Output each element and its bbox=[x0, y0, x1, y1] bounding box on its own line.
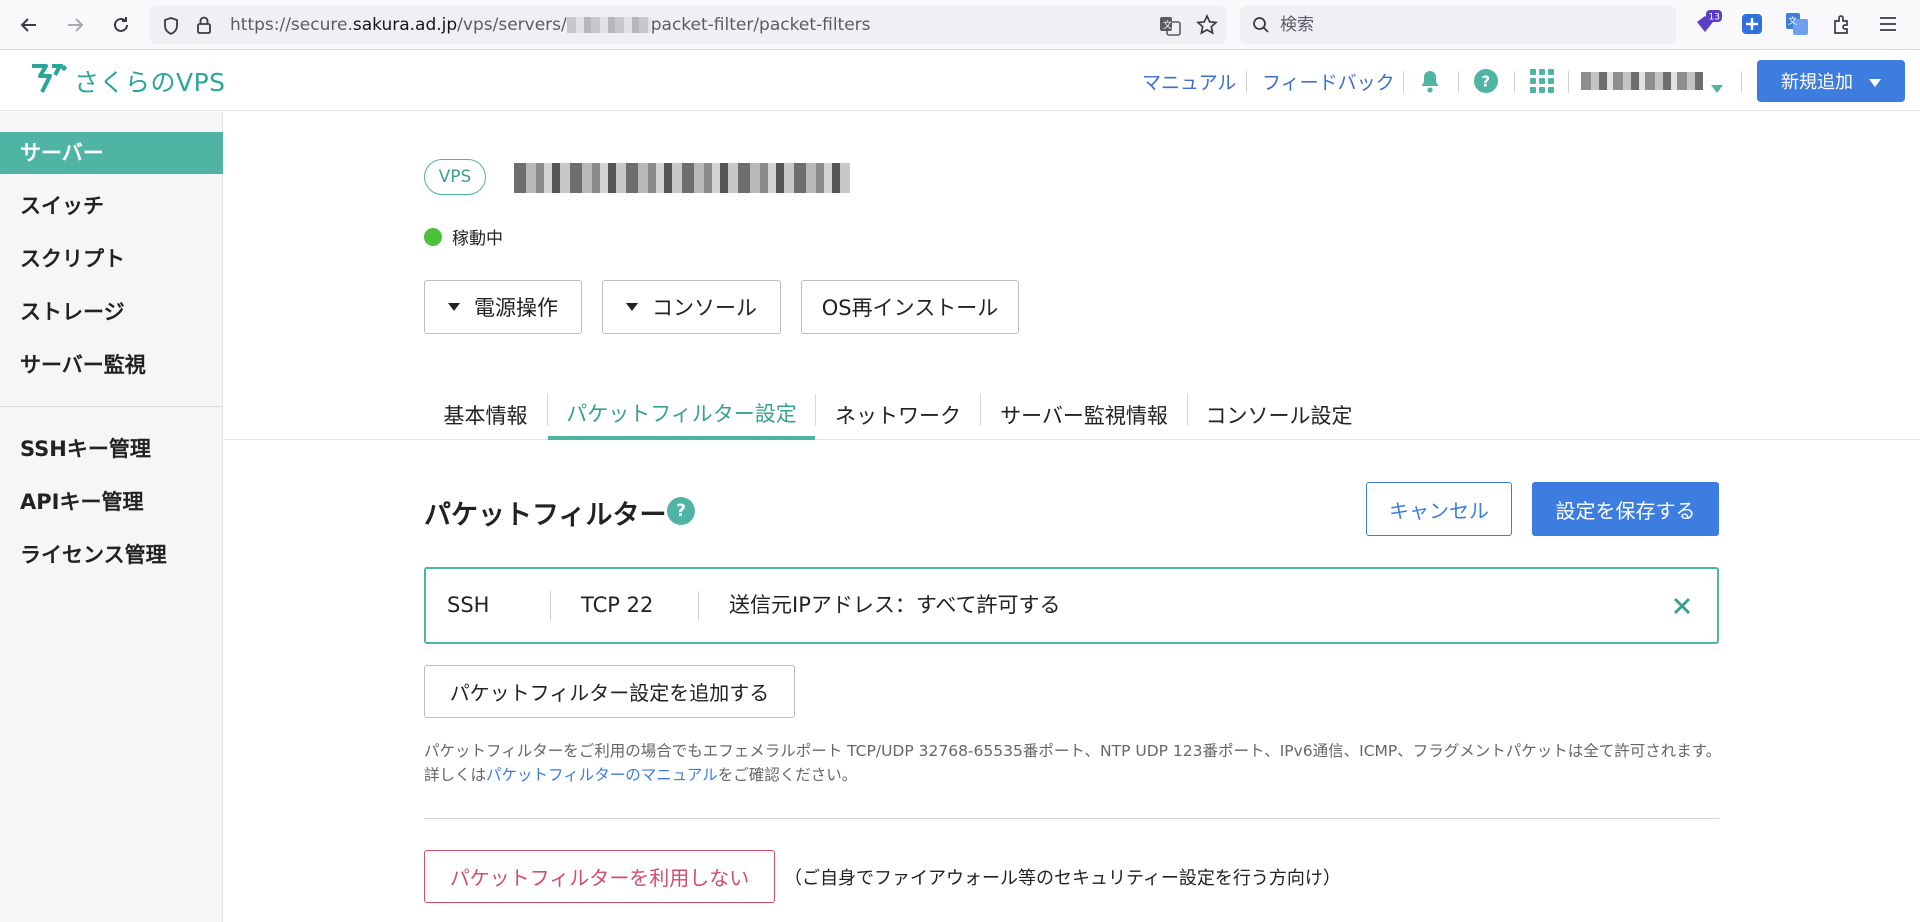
disable-packet-filter-button[interactable]: パケットフィルターを利用しない bbox=[424, 850, 775, 903]
tab-basic-info[interactable]: 基本情報 bbox=[424, 390, 547, 440]
sidebar-item-api-keys[interactable]: APIキー管理 bbox=[0, 481, 223, 523]
section-title: パケットフィルター bbox=[424, 500, 667, 531]
apps-grid-icon[interactable] bbox=[1530, 69, 1554, 97]
sakura-logo-icon bbox=[28, 62, 68, 100]
header-separator bbox=[1514, 71, 1515, 93]
rule-source: 送信元IPアドレス：すべて許可する bbox=[729, 593, 1061, 617]
feedback-link[interactable]: フィードバック bbox=[1262, 68, 1395, 95]
svg-text:文: 文 bbox=[1788, 15, 1797, 27]
rule-separator bbox=[550, 591, 551, 621]
sidebar-item-storage[interactable]: ストレージ bbox=[0, 291, 223, 333]
redacted-server-id bbox=[566, 17, 651, 33]
bookmark-star-icon[interactable] bbox=[1196, 13, 1218, 40]
lock-icon[interactable] bbox=[195, 15, 213, 39]
svg-text:?: ? bbox=[1482, 73, 1491, 91]
vps-badge: VPS bbox=[424, 159, 486, 195]
header-separator bbox=[1568, 71, 1569, 93]
svg-text:13: 13 bbox=[1709, 13, 1720, 23]
power-operation-label: 電源操作 bbox=[474, 296, 558, 320]
tab-console-settings[interactable]: コンソール設定 bbox=[1188, 390, 1370, 440]
browser-toolbar: https://secure.sakura.ad.jp/vps/servers/… bbox=[0, 0, 1920, 50]
header-separator bbox=[1458, 71, 1459, 93]
section-divider bbox=[424, 818, 1719, 819]
header-separator bbox=[1741, 71, 1742, 93]
manual-link[interactable]: マニュアル bbox=[1142, 68, 1236, 95]
rule-protocol-port: TCP 22 bbox=[581, 593, 654, 617]
translate-icon[interactable]: 文 bbox=[1159, 15, 1181, 41]
add-packet-filter-button[interactable]: パケットフィルター設定を追加する bbox=[424, 665, 795, 718]
reload-icon[interactable] bbox=[108, 12, 134, 38]
power-operation-button[interactable]: 電源操作 bbox=[424, 280, 582, 334]
browser-search-box[interactable]: 検索 bbox=[1240, 6, 1676, 44]
sidebar-item-server-monitoring[interactable]: サーバー監視 bbox=[0, 344, 223, 386]
disable-note: （ご自身でファイアウォール等のセキュリティー設定を行う方向け） bbox=[784, 868, 1341, 889]
sidebar-item-ssh-keys[interactable]: SSHキー管理 bbox=[0, 428, 223, 470]
url-bar[interactable]: https://secure.sakura.ad.jp/vps/servers/… bbox=[150, 6, 1226, 44]
logo-text: さくらのVPS bbox=[74, 68, 226, 97]
header-separator bbox=[1246, 71, 1247, 93]
tab-network[interactable]: ネットワーク bbox=[816, 390, 980, 440]
rule-service: SSH bbox=[447, 593, 490, 617]
svg-text:文: 文 bbox=[1163, 19, 1172, 31]
new-add-label: 新規追加 bbox=[1781, 72, 1853, 93]
sakura-vps-logo[interactable]: さくらのVPS bbox=[28, 62, 226, 100]
extension-translate-icon[interactable]: 文 bbox=[1785, 12, 1809, 40]
console-button[interactable]: コンソール bbox=[602, 280, 781, 334]
menu-hamburger-icon[interactable] bbox=[1877, 14, 1899, 38]
os-reinstall-button[interactable]: OS再インストール bbox=[801, 280, 1019, 334]
sidebar: サーバー スイッチ スクリプト ストレージ サーバー監視 SSHキー管理 API… bbox=[0, 112, 223, 922]
header-separator bbox=[1403, 71, 1404, 93]
url-text[interactable]: https://secure.sakura.ad.jp/vps/servers/… bbox=[230, 6, 871, 44]
extension-plus-icon[interactable] bbox=[1741, 13, 1763, 39]
chevron-down-icon bbox=[1869, 71, 1881, 92]
caret-down-icon bbox=[626, 303, 638, 311]
app-header: さくらのVPS マニュアル フィードバック ? 新規追加 bbox=[0, 51, 1920, 111]
packet-filter-manual-link[interactable]: パケットフィルターのマニュアル bbox=[486, 766, 718, 784]
search-icon bbox=[1252, 16, 1270, 38]
status-dot bbox=[424, 227, 442, 246]
help-question-icon[interactable]: ? bbox=[1473, 68, 1499, 98]
save-settings-button[interactable]: 設定を保存する bbox=[1532, 482, 1719, 536]
packet-filter-rule[interactable]: SSH TCP 22 送信元IPアドレス：すべて許可する bbox=[424, 567, 1719, 644]
new-add-button[interactable]: 新規追加 bbox=[1757, 60, 1905, 102]
tab-packet-filter[interactable]: パケットフィルター設定 bbox=[548, 390, 815, 440]
redacted-user-name[interactable] bbox=[1581, 72, 1703, 90]
back-arrow-icon[interactable] bbox=[16, 12, 42, 38]
extensions-puzzle-icon[interactable] bbox=[1831, 13, 1853, 39]
user-menu-caret-icon[interactable] bbox=[1711, 78, 1723, 97]
help-icon[interactable]: ? bbox=[667, 497, 695, 525]
extension-gem-icon[interactable]: 13 bbox=[1694, 10, 1722, 42]
server-status: 稼動中 bbox=[424, 224, 503, 249]
status-label: 稼動中 bbox=[452, 229, 503, 249]
cancel-button[interactable]: キャンセル bbox=[1366, 482, 1512, 536]
notification-bell-icon[interactable] bbox=[1418, 68, 1442, 98]
sidebar-divider bbox=[0, 406, 223, 407]
console-label: コンソール bbox=[652, 296, 757, 320]
redacted-server-name bbox=[514, 163, 850, 193]
ephemeral-port-note: パケットフィルターをご利用の場合でもエフェメラルポート TCP/UDP 3276… bbox=[424, 742, 1722, 784]
delete-rule-close-icon[interactable] bbox=[1672, 569, 1692, 642]
sidebar-item-licenses[interactable]: ライセンス管理 bbox=[0, 534, 223, 576]
caret-down-icon bbox=[448, 303, 460, 311]
tracking-shield-icon[interactable] bbox=[162, 16, 180, 40]
search-placeholder: 検索 bbox=[1280, 15, 1314, 35]
tab-server-monitoring-info[interactable]: サーバー監視情報 bbox=[981, 390, 1187, 440]
sidebar-item-server[interactable]: サーバー bbox=[0, 132, 223, 174]
sidebar-item-script[interactable]: スクリプト bbox=[0, 238, 223, 280]
sidebar-item-switch[interactable]: スイッチ bbox=[0, 185, 223, 227]
forward-arrow-icon[interactable] bbox=[62, 12, 88, 38]
rule-separator bbox=[698, 591, 699, 621]
